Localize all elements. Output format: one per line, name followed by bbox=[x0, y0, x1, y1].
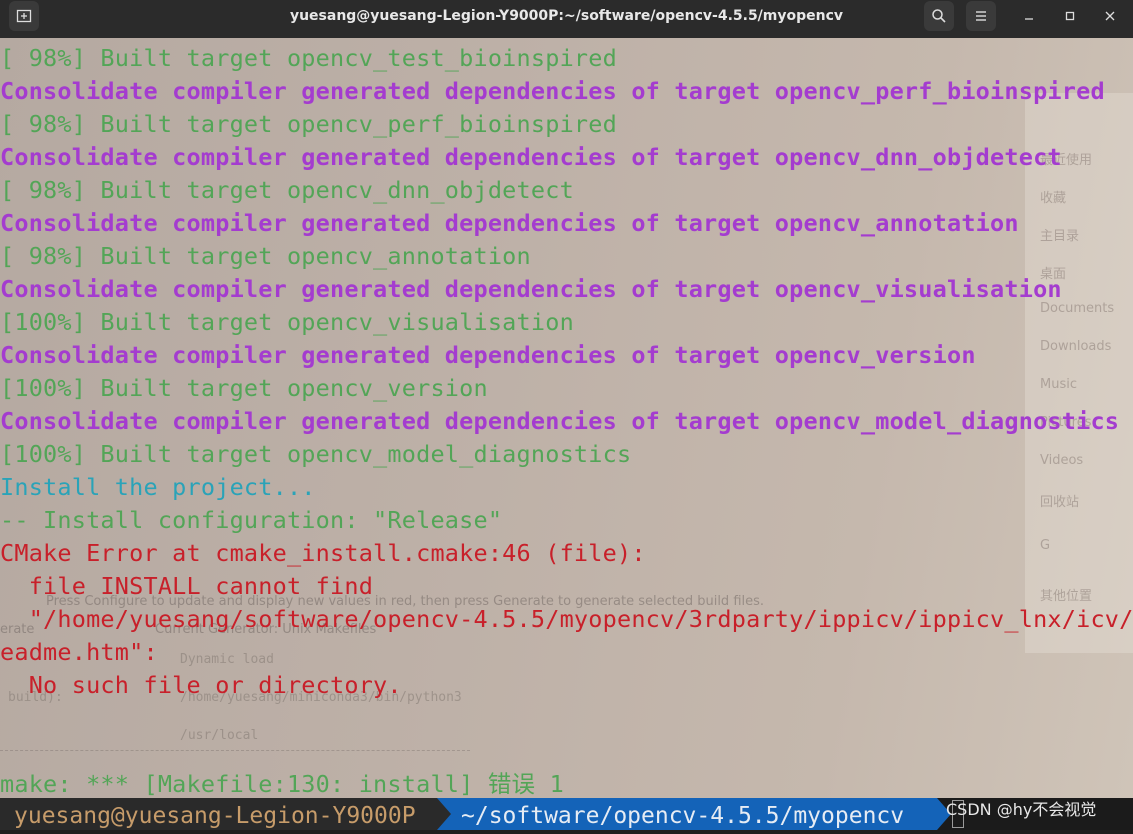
ghost-sidebar-item: G bbox=[1040, 538, 1051, 553]
terminal-line-built: [100%] Built target opencv_version bbox=[0, 374, 488, 402]
menu-icon bbox=[976, 11, 986, 21]
prompt-separator-arrow bbox=[437, 798, 451, 830]
maximize-button[interactable] bbox=[1058, 4, 1082, 28]
terminal-line-consol: Consolidate compiler generated dependenc… bbox=[0, 143, 1062, 171]
ghost-divider bbox=[0, 750, 470, 751]
terminal-line-built: [ 98%] Built target opencv_test_bioinspi… bbox=[0, 44, 617, 72]
search-icon bbox=[932, 9, 946, 23]
terminal-line-cfg: -- Install configuration: "Release" bbox=[0, 506, 503, 534]
ghost-sidebar-item: Downloads bbox=[1040, 339, 1112, 354]
terminal-line-consol: Consolidate compiler generated dependenc… bbox=[0, 341, 976, 369]
ghost-file-manager-sidebar bbox=[1025, 93, 1133, 653]
close-icon bbox=[1105, 11, 1115, 21]
terminal-line-err: eadme.htm": bbox=[0, 638, 158, 666]
terminal-line-err: "/home/yuesang/software/opencv-4.5.5/myo… bbox=[0, 605, 1133, 633]
terminal-line-consol: Consolidate compiler generated dependenc… bbox=[0, 275, 1062, 303]
terminal-line-built: [ 98%] Built target opencv_annotation bbox=[0, 242, 531, 270]
terminal-line-err: CMake Error at cmake_install.cmake:46 (f… bbox=[0, 539, 646, 567]
ghost-sidebar-item: 主目录 bbox=[1040, 229, 1080, 244]
ghost-sidebar-item: 回收站 bbox=[1040, 495, 1080, 510]
terminal-line-built: [100%] Built target opencv_visualisation bbox=[0, 308, 574, 336]
prompt-user-host: yuesang@yuesang-Legion-Y9000P bbox=[0, 798, 437, 830]
title-bar: yuesang@yuesang-Legion-Y9000P:~/software… bbox=[0, 0, 1133, 39]
maximize-icon bbox=[1065, 11, 1075, 21]
menu-button[interactable] bbox=[966, 1, 996, 31]
terminal-line-make: make: *** [Makefile:130: install] 错误 1 bbox=[0, 770, 564, 798]
terminal-line-consol: Consolidate compiler generated dependenc… bbox=[0, 209, 1019, 237]
terminal-line-consol: Consolidate compiler generated dependenc… bbox=[0, 407, 1120, 435]
ghost-sidebar-item: 收藏 bbox=[1040, 191, 1067, 206]
window-title: yuesang@yuesang-Legion-Y9000P:~/software… bbox=[289, 8, 844, 24]
search-button[interactable] bbox=[924, 1, 954, 31]
terminal-line-built: [100%] Built target opencv_model_diagnos… bbox=[0, 440, 632, 468]
minimize-icon bbox=[1025, 18, 1033, 20]
terminal-line-install: Install the project... bbox=[0, 473, 316, 501]
prompt-path: ~/software/opencv-4.5.5/myopencv bbox=[437, 798, 937, 830]
watermark: CSDN @hy不会视觉 bbox=[946, 800, 1097, 819]
terminal-line-built: [ 98%] Built target opencv_dnn_objdetect bbox=[0, 176, 574, 204]
ghost-sidebar-item: Videos bbox=[1040, 453, 1084, 468]
minimize-button[interactable] bbox=[1017, 4, 1041, 28]
terminal-line-err: No such file or directory. bbox=[0, 671, 402, 699]
ghost-sidebar-item: 其他位置 bbox=[1040, 589, 1093, 604]
close-button[interactable] bbox=[1098, 4, 1122, 28]
ghost-sidebar-item: Music bbox=[1040, 377, 1077, 392]
terminal-line-err: file INSTALL cannot find bbox=[0, 572, 374, 600]
terminal-output[interactable]: 最近使用 收藏 主目录 桌面 Documents Downloads Music… bbox=[0, 38, 1133, 798]
ghost-row: /usr/local bbox=[180, 728, 259, 743]
terminal-line-built: [ 98%] Built target opencv_perf_bioinspi… bbox=[0, 110, 617, 138]
terminal-line-consol: Consolidate compiler generated dependenc… bbox=[0, 77, 1105, 105]
ghost-row: Dynamic load bbox=[180, 652, 274, 667]
